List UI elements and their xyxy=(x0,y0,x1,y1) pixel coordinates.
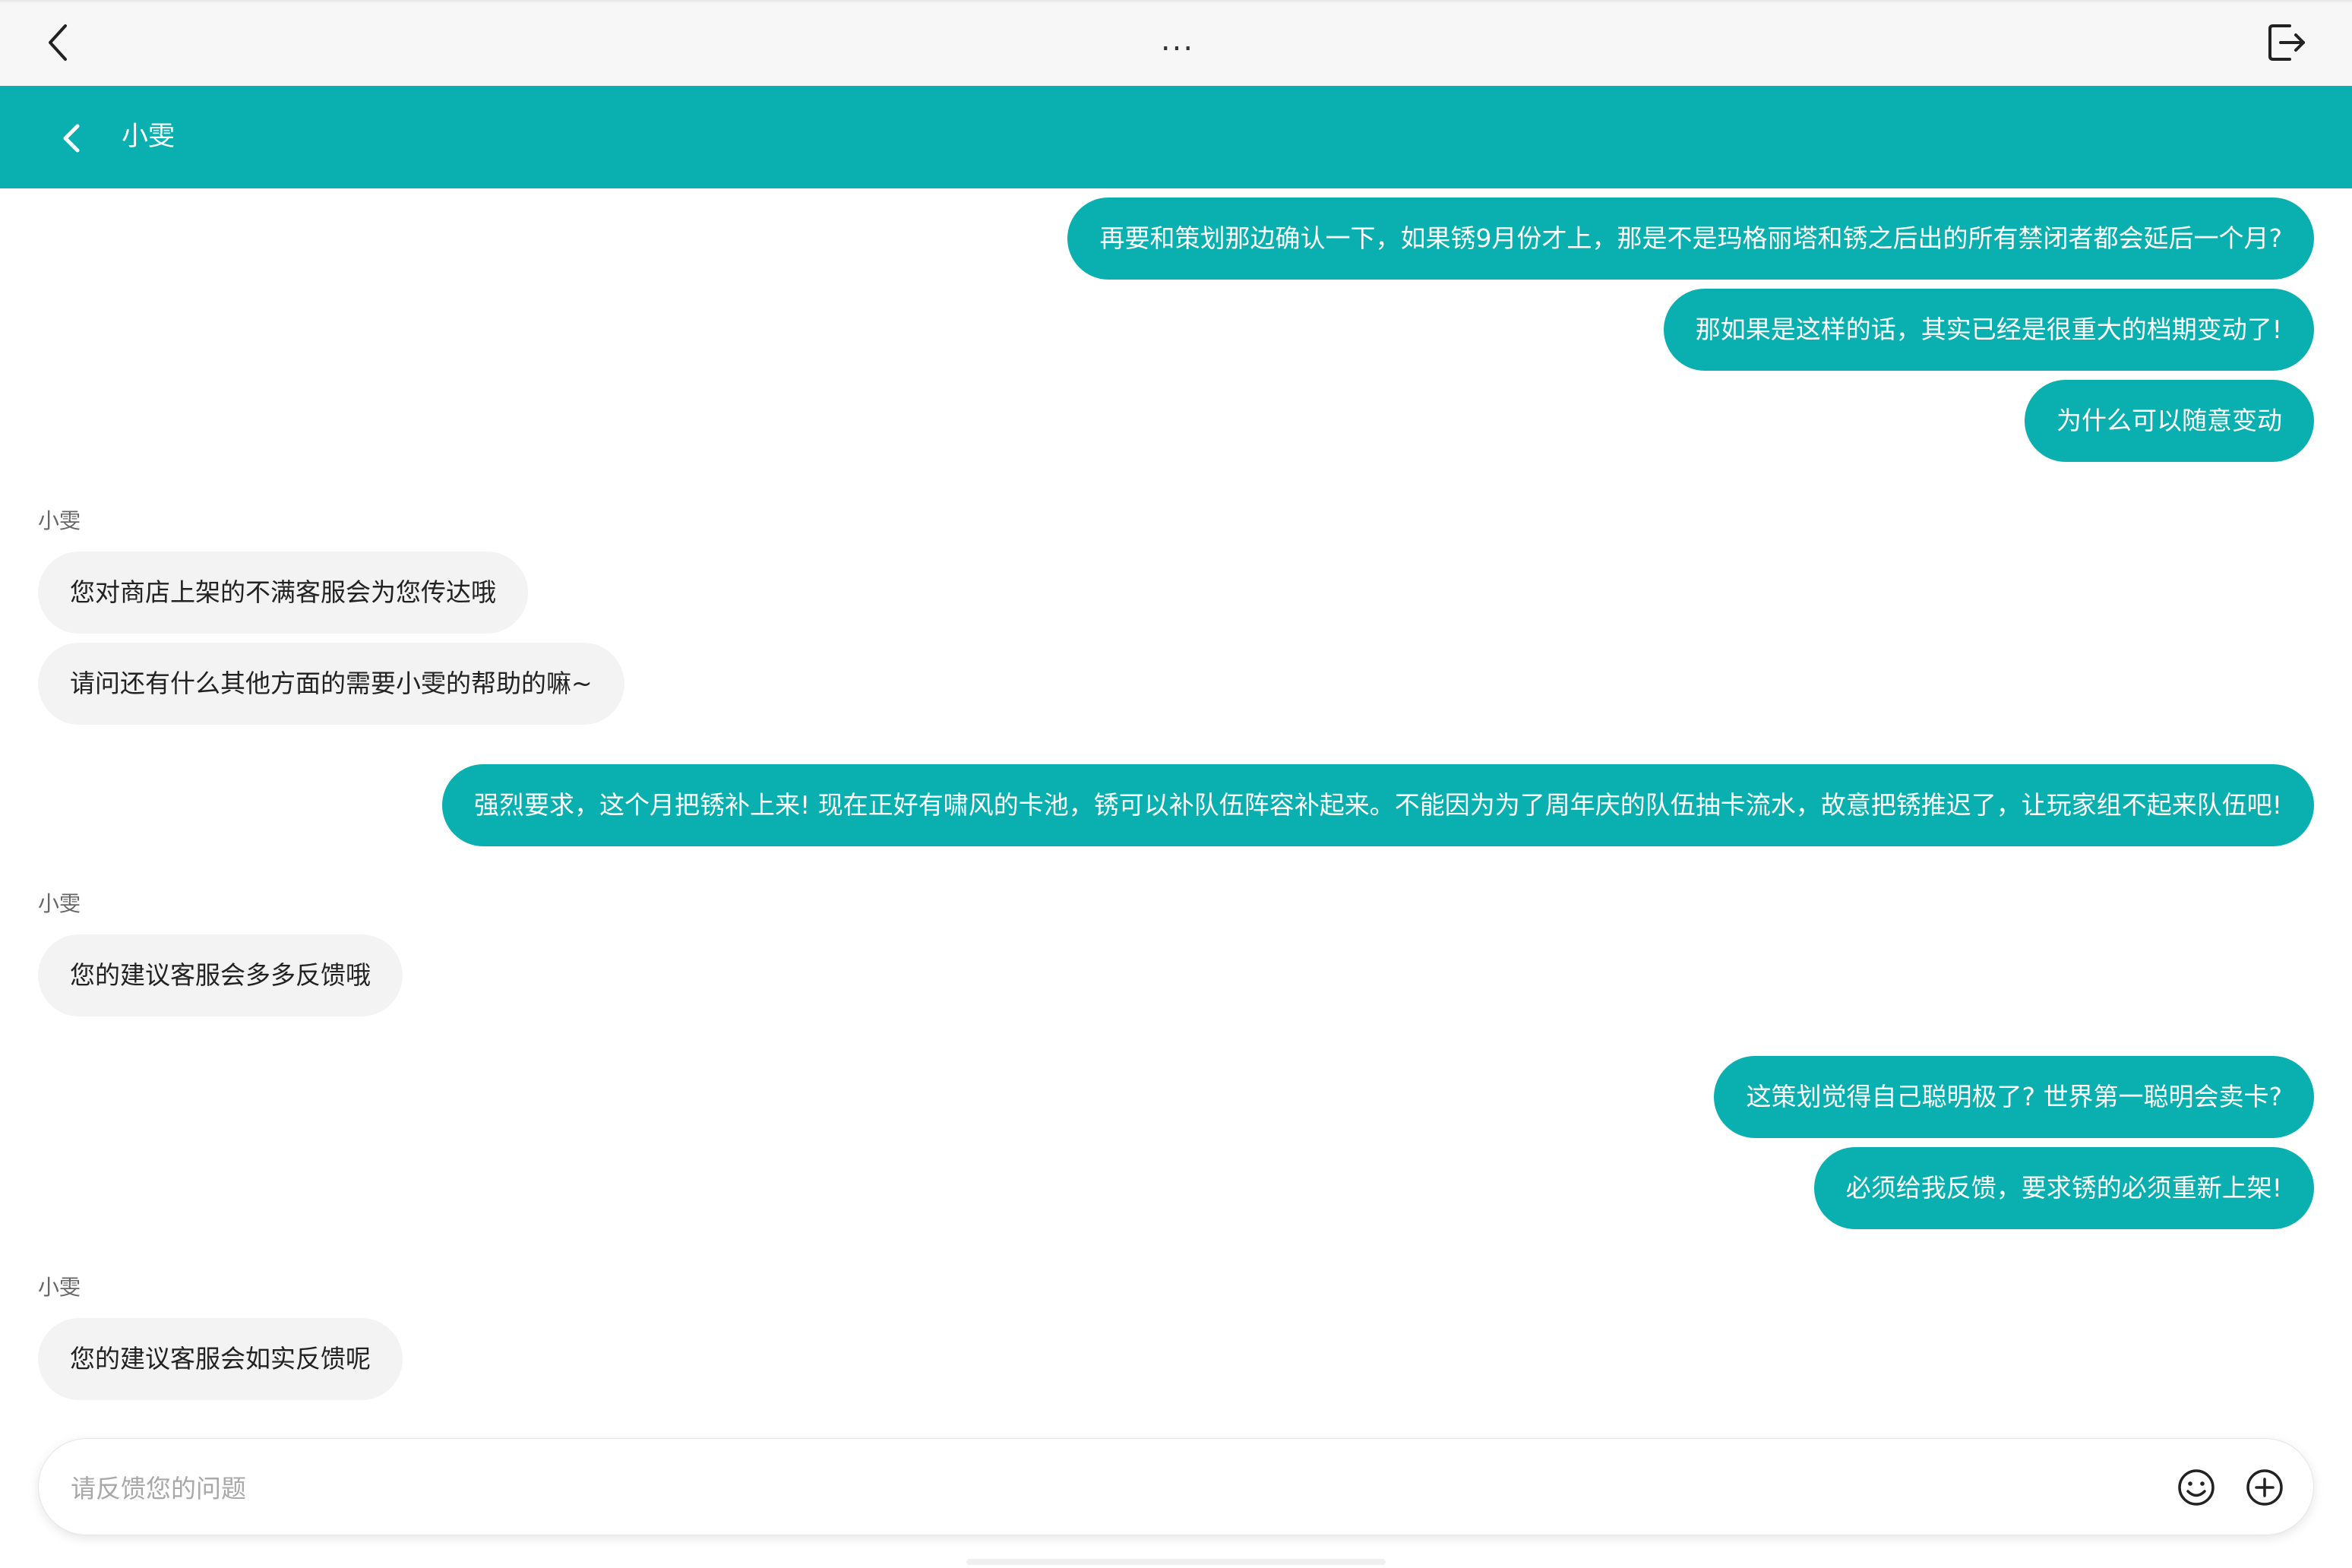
plus-circle-icon[interactable] xyxy=(2242,1465,2287,1510)
sender-name: 小雯 xyxy=(38,508,81,533)
user-message: 那如果是这样的话，其实已经是很重大的档期变动了! xyxy=(1663,289,2314,371)
chat-title: 小雯 xyxy=(122,122,175,152)
exit-icon[interactable] xyxy=(2264,18,2309,67)
user-message: 为什么可以随意变动 xyxy=(2025,380,2314,462)
header-back-icon[interactable] xyxy=(59,123,84,153)
message-input[interactable] xyxy=(69,1457,2169,1519)
user-message: 必须给我反馈，要求锈的必须重新上架! xyxy=(1813,1147,2314,1229)
agent-message: 您的建议客服会多多反馈哦 xyxy=(38,934,403,1016)
user-message: 再要和策划那边确认一下，如果锈9月份才上，那是不是玛格丽塔和锈之后出的所有禁闭者… xyxy=(1067,198,2314,280)
home-indicator xyxy=(966,1559,1386,1565)
emoji-icon[interactable] xyxy=(2173,1465,2219,1510)
sender-name: 小雯 xyxy=(38,1275,81,1300)
chat-header xyxy=(0,86,2352,188)
more-menu-button[interactable]: ... xyxy=(1155,21,1200,59)
user-message: 强烈要求，这个月把锈补上来! 现在正好有啸风的卡池，锈可以补队伍阵容补起来。不能… xyxy=(442,764,2314,846)
top-bar: ... xyxy=(0,0,2352,86)
agent-message: 您对商店上架的不满客服会为您传达哦 xyxy=(38,552,528,634)
sender-name: 小雯 xyxy=(38,891,81,916)
user-message: 这策划觉得自己聪明极了? 世界第一聪明会卖卡? xyxy=(1714,1056,2314,1138)
message-input-bar xyxy=(38,1438,2314,1535)
back-icon[interactable] xyxy=(40,20,76,65)
agent-message: 请问还有什么其他方面的需要小雯的帮助的嘛~ xyxy=(38,643,624,725)
agent-message: 您的建议客服会如实反馈呢 xyxy=(38,1318,403,1400)
